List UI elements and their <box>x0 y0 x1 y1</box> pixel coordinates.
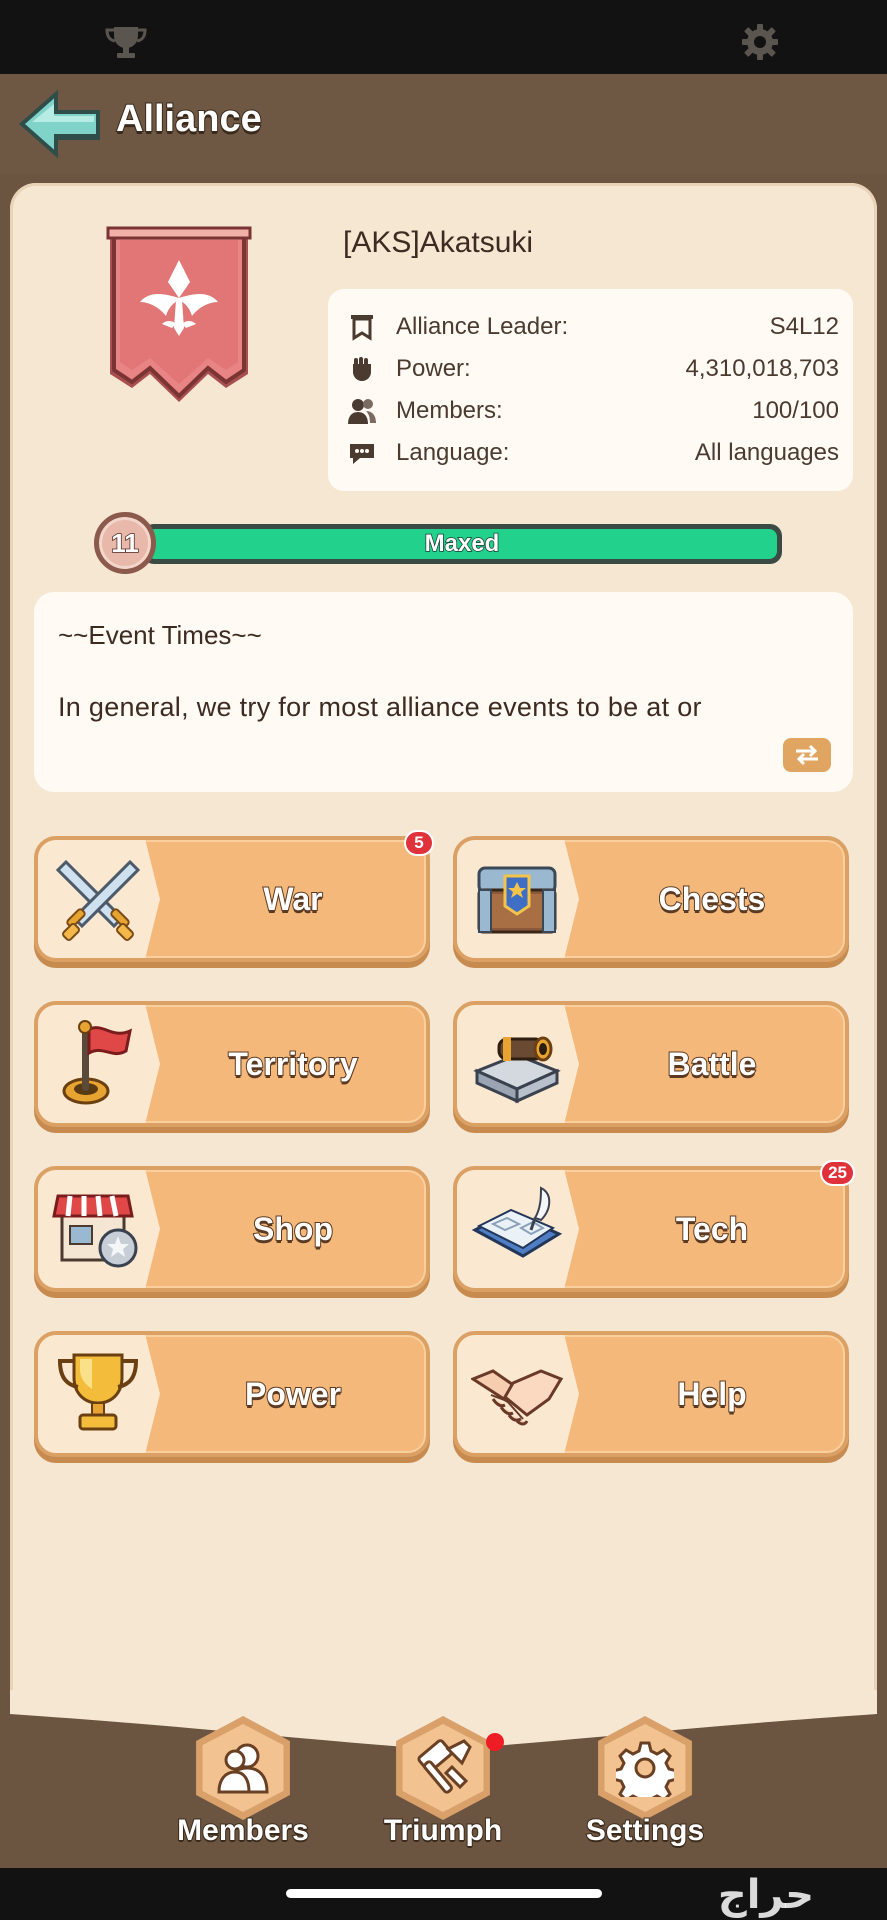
chest-icon <box>471 854 563 944</box>
announcement-body: In general, we try for most alliance eve… <box>58 692 702 722</box>
nav-members[interactable]: Members <box>163 1716 323 1866</box>
battle-label: Battle <box>667 1045 758 1083</box>
help-label: Help <box>676 1375 747 1413</box>
chests-button[interactable]: Chests <box>453 836 849 962</box>
alliance-name: [AKS]Akatsuki <box>343 226 534 259</box>
alliance-emblem[interactable] <box>96 224 262 414</box>
help-button[interactable]: Help <box>453 1331 849 1457</box>
back-arrow-icon[interactable] <box>18 88 104 160</box>
banner-icon <box>344 311 380 343</box>
nav-settings-label: Settings <box>585 1813 705 1848</box>
nav-members-label: Members <box>176 1813 310 1848</box>
svg-text:حراج: حراج <box>718 1872 814 1918</box>
info-row-members: Members: 100/100 <box>328 393 853 429</box>
translate-icon <box>796 744 818 766</box>
flag-icon <box>52 1019 144 1109</box>
info-row-language: Language: All languages <box>328 435 853 471</box>
alliance-level-bar: Maxed 11 <box>94 512 794 574</box>
triumph-notification-dot <box>486 1733 504 1751</box>
tech-button[interactable]: Tech 25 <box>453 1160 855 1292</box>
nav-triumph-label: Triumph <box>383 1813 503 1848</box>
crossed-swords-icon <box>52 854 144 944</box>
trophy-icon[interactable] <box>98 20 154 64</box>
power-label: Power <box>244 1375 342 1413</box>
shop-icon <box>52 1184 144 1274</box>
leader-value: S4L12 <box>769 313 839 340</box>
announcement-card[interactable]: ~~Event Times~~ In general, we try for m… <box>34 592 853 792</box>
header: Alliance <box>0 74 887 174</box>
translate-button[interactable] <box>783 738 831 772</box>
war-label: War <box>262 880 323 918</box>
shop-label: Shop <box>252 1210 334 1248</box>
territory-button[interactable]: Territory <box>34 1001 430 1127</box>
nav-settings[interactable]: Settings <box>565 1716 725 1866</box>
tech-label: Tech <box>675 1210 749 1248</box>
members-value: 100/100 <box>752 397 839 424</box>
info-row-power: Power: 4,310,018,703 <box>328 351 853 387</box>
alliance-info-box: Alliance Leader: S4L12 Power: 4,310,018,… <box>328 289 853 491</box>
page-title: Alliance <box>115 97 263 141</box>
level-progress-fill: Maxed <box>147 529 777 559</box>
tech-notification-badge: 25 <box>820 1160 855 1186</box>
tech-book-icon <box>471 1184 563 1274</box>
cannon-icon <box>471 1019 563 1109</box>
chat-icon <box>344 437 380 469</box>
shop-button[interactable]: Shop <box>34 1166 430 1292</box>
level-status: Maxed <box>424 529 500 558</box>
power-value: 4,310,018,703 <box>685 355 839 382</box>
war-notification-badge: 5 <box>404 830 434 856</box>
war-button[interactable]: War 5 <box>34 830 434 962</box>
haraj-watermark-logo: حراج <box>718 1872 814 1918</box>
fist-icon <box>344 353 380 385</box>
announcement-title: ~~Event Times~~ <box>58 620 262 650</box>
level-badge: 11 <box>94 512 156 574</box>
chests-label: Chests <box>658 880 767 918</box>
level-progress-track: Maxed <box>142 524 782 564</box>
power-button[interactable]: Power <box>34 1331 430 1457</box>
battle-button[interactable]: Battle <box>453 1001 849 1127</box>
language-value: All languages <box>694 439 839 466</box>
members-icon <box>344 395 380 427</box>
handshake-icon <box>469 1349 564 1439</box>
gear-icon[interactable] <box>732 20 788 64</box>
trophy-icon <box>52 1349 144 1439</box>
territory-label: Territory <box>227 1045 358 1083</box>
top-bar <box>0 0 887 74</box>
info-row-leader: Alliance Leader: S4L12 <box>328 309 853 345</box>
home-indicator[interactable] <box>286 1889 602 1898</box>
